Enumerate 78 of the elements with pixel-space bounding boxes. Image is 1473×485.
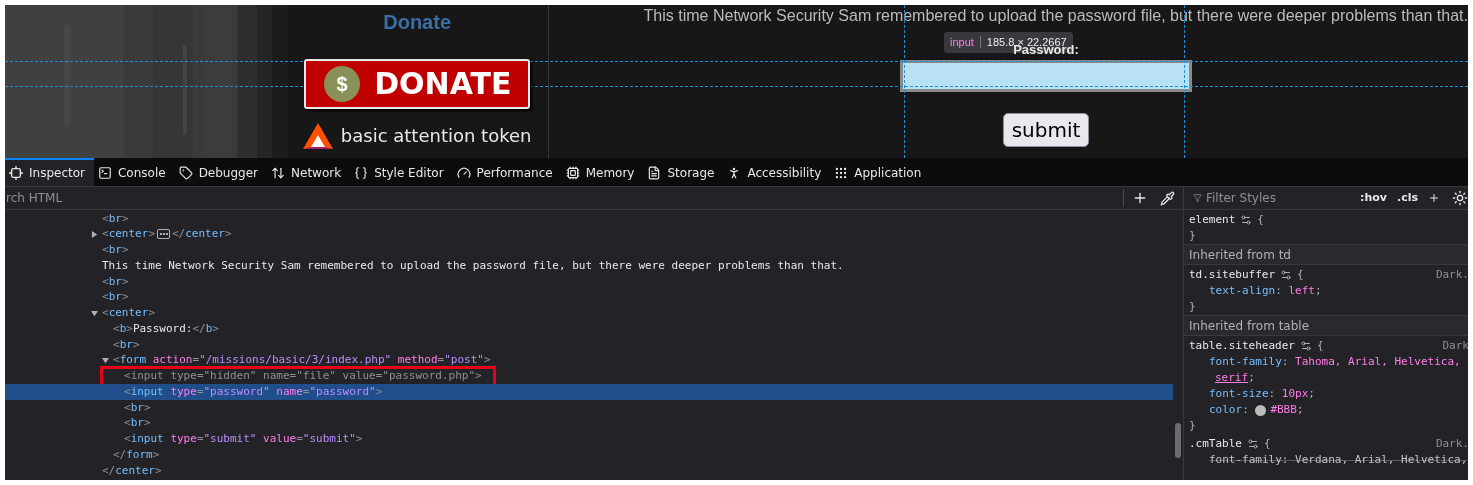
markup-line[interactable]: <b>Password:</b>: [113, 320, 219, 338]
scrollbar-thumb[interactable]: [1175, 423, 1181, 458]
markup-line[interactable]: <center>: [102, 305, 155, 322]
markup-line[interactable]: <br>: [113, 336, 140, 354]
rule-source-link[interactable]: Dark.: [1435, 267, 1468, 283]
eyedropper-icon[interactable]: [1160, 190, 1175, 206]
markup-line[interactable]: <br>: [102, 273, 129, 291]
brace: }: [1189, 229, 1196, 242]
sun-icon[interactable]: [1452, 190, 1468, 206]
sponsor-label: basic attention token: [340, 127, 532, 145]
brace: {: [1257, 212, 1264, 228]
section-header: Inherited from td: [1189, 246, 1291, 264]
brace: {: [1264, 436, 1271, 452]
donate-button[interactable]: $ DONATE: [304, 59, 531, 109]
markup-line[interactable]: <br>: [102, 210, 129, 228]
hov-toggle[interactable]: :hov: [1360, 189, 1387, 207]
dollar-coin-icon: $: [324, 66, 361, 102]
devtools-tab[interactable]: Accessibility: [723, 158, 831, 186]
css-declaration[interactable]: text-align: left;: [1209, 283, 1322, 299]
rule-selector[interactable]: td.sitebuffer: [1189, 267, 1276, 283]
devtools-tab[interactable]: Network: [267, 158, 351, 186]
devtools-tab[interactable]: Application: [830, 158, 931, 186]
devtools-tab[interactable]: Performance: [452, 158, 562, 186]
css-value-continuation: serif;: [1215, 371, 1255, 384]
devtools-tab[interactable]: Memory: [561, 158, 644, 186]
brace: }: [1189, 300, 1196, 313]
expanded-triangle-icon[interactable]: [102, 357, 109, 365]
rule-selector[interactable]: .cmTable: [1189, 436, 1242, 452]
filter-icon: [1193, 192, 1202, 204]
tag-icon: [178, 166, 193, 180]
markup-line[interactable]: <br>: [102, 242, 129, 259]
markup-line[interactable]: <br>: [124, 399, 151, 417]
braces-icon: [354, 166, 369, 180]
markup-line[interactable]: <form action="/missions/basic/3/index.php" method="post">: [113, 352, 491, 369]
brace: {: [1297, 267, 1304, 283]
rule-source-link[interactable]: Dark: [1442, 338, 1468, 354]
ellipsis-badge-icon[interactable]: [157, 229, 170, 240]
grid-icon: [834, 166, 849, 180]
rule-source-link[interactable]: Dark.: [1435, 436, 1468, 452]
brace: }: [1189, 419, 1196, 432]
devtools-tab[interactable]: Storage: [643, 158, 724, 186]
markup-line[interactable]: <br>: [102, 289, 129, 306]
document-icon: [647, 166, 662, 180]
add-icon[interactable]: [1132, 190, 1148, 206]
intro-text: This time Network Security Sam remembered to upload the password file, but there were deeper problems than that.: [642, 6, 1468, 26]
markup-line[interactable]: <br>: [124, 415, 151, 432]
css-declaration[interactable]: color: #BBB;: [1209, 402, 1304, 418]
markup-line[interactable]: </form>: [113, 446, 160, 464]
collapsed-triangle-icon[interactable]: [91, 231, 98, 239]
donate-heading: Donate: [383, 10, 452, 35]
markup-line[interactable]: </center>: [102, 462, 162, 480]
devtools-tab[interactable]: Debugger: [174, 158, 268, 186]
markup-line[interactable]: <center> </center>: [102, 226, 232, 243]
css-declaration[interactable]: font-size: 10px;: [1209, 386, 1315, 402]
devtools-tab[interactable]: Inspector: [5, 158, 94, 186]
devtools-tab[interactable]: Console: [94, 158, 175, 186]
inspector-icon: [9, 166, 23, 180]
brace: {: [1316, 338, 1324, 354]
markup-line[interactable]: <input type="hidden" name="file" value="password.php">: [124, 368, 482, 385]
arrows-icon: [271, 166, 286, 180]
chip-icon: [565, 166, 580, 180]
submit-button[interactable]: submit: [1002, 113, 1090, 147]
terminal-icon: [98, 166, 112, 180]
filter-styles-field[interactable]: Filter Styles: [1206, 189, 1356, 207]
css-declaration[interactable]: font-family: Verdana, Arial, Helvetica,: [1209, 452, 1468, 468]
markup-line[interactable]: <input type="submit" value="submit">: [124, 431, 363, 448]
css-declaration[interactable]: font-family: Tahoma, Arial, Helvetica,: [1209, 354, 1461, 370]
cls-toggle[interactable]: .cls: [1396, 189, 1418, 207]
search-field[interactable]: rch HTML: [5, 189, 1123, 207]
gauge-icon: [456, 166, 471, 180]
text-node[interactable]: This time Network Security Sam remembered to upload the password file, but there were deeper problems than that.: [102, 257, 844, 275]
section-header: Inherited from table: [1189, 317, 1310, 335]
devtools-tab[interactable]: Style Editor: [350, 158, 453, 186]
password-field[interactable]: [900, 60, 1192, 92]
expanded-triangle-icon[interactable]: [91, 309, 98, 317]
rule-selector[interactable]: table.siteheader: [1189, 338, 1295, 354]
triangle-logo-icon: [302, 123, 333, 149]
rule-selector[interactable]: element: [1189, 212, 1236, 228]
